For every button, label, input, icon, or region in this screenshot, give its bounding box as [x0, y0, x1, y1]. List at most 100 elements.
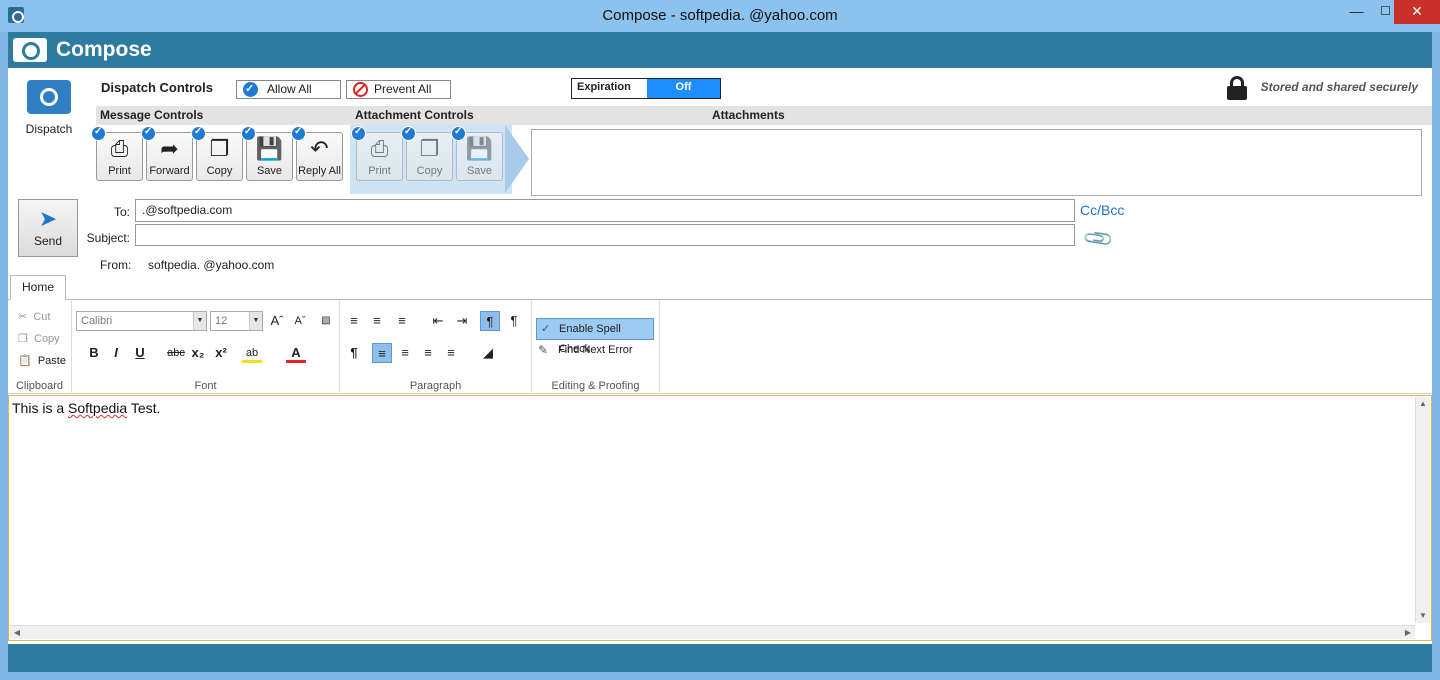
increase-indent-icon[interactable]: ⇥	[452, 311, 472, 331]
multilevel-list-icon[interactable]: ≡	[392, 311, 412, 331]
close-button[interactable]: ✕	[1394, 0, 1440, 24]
shading-icon[interactable]: ◢	[478, 343, 498, 363]
clear-format-icon[interactable]: ▧	[316, 311, 336, 331]
align-center-icon[interactable]: ≡	[395, 343, 415, 363]
bold-icon[interactable]: B	[84, 343, 104, 363]
grow-font-icon[interactable]: Aˆ	[267, 311, 287, 331]
scroll-up-icon[interactable]: ▲	[1416, 397, 1430, 411]
message-body-text[interactable]: This is a Softpedia Test.	[12, 400, 160, 416]
align-left-icon[interactable]: ≡	[372, 343, 392, 363]
paragraph-group: ≡ ≡ ≡ ⇤ ⇥ ¶ ¶ ¶ ≡ ≡ ≡ ≡ ◢ Paragraph	[340, 300, 532, 394]
find-next-error-button[interactable]: ✎ Find Next Error	[538, 343, 633, 357]
scroll-right-icon[interactable]: ▶	[1401, 626, 1415, 640]
numbered-list-icon[interactable]: ≡	[367, 311, 387, 331]
save-icon: 💾	[255, 136, 284, 161]
eraser-icon: ✎	[538, 343, 549, 357]
font-size-select[interactable]: 12 ▼	[210, 311, 263, 331]
copy-label: Copy	[206, 165, 233, 177]
subject-field[interactable]	[135, 224, 1075, 246]
attachment-copy-check-icon[interactable]	[401, 126, 416, 141]
copy-icon: ❐	[18, 333, 28, 345]
attachment-save-check-icon[interactable]	[451, 126, 466, 141]
lock-icon	[1227, 76, 1247, 100]
horizontal-scrollbar[interactable]: ◀ ▶	[10, 625, 1415, 639]
save-allowed-check-icon[interactable]	[241, 126, 256, 141]
attachments-label: Attachments	[712, 108, 785, 122]
font-group-title: Font	[194, 380, 217, 392]
send-label: Send	[33, 234, 63, 248]
strikethrough-icon[interactable]: abc	[166, 343, 186, 363]
superscript-icon[interactable]: x²	[211, 343, 231, 363]
attachments-list[interactable]	[531, 129, 1422, 196]
ribbon: ✂ Cut ❐ Copy 📋 Paste Clipboard Calibri ▼…	[8, 300, 1432, 394]
to-label: To:	[113, 205, 130, 219]
message-body-editor[interactable]: This is a Softpedia Test. ▲ ▼ ◀ ▶	[8, 395, 1432, 641]
highlight-icon[interactable]: ab	[242, 343, 262, 363]
vertical-scrollbar[interactable]: ▲ ▼	[1415, 397, 1430, 623]
scissors-icon: ✂	[18, 311, 28, 323]
prevent-icon	[353, 82, 368, 97]
paste-button[interactable]: 📋 Paste	[18, 354, 66, 367]
body-text-start: This is a	[12, 400, 69, 416]
copy-ribbon-label: Copy	[34, 333, 60, 345]
tab-home[interactable]: Home	[10, 275, 66, 300]
minimize-button[interactable]: —	[1342, 0, 1371, 24]
justify-icon[interactable]: ≡	[441, 343, 461, 363]
font-color-icon[interactable]: A	[286, 343, 306, 363]
forward-label: Forward	[149, 165, 190, 177]
underline-icon[interactable]: U	[130, 343, 150, 363]
to-field[interactable]: .@softpedia.com	[135, 199, 1075, 222]
send-icon: ➤	[38, 206, 58, 231]
align-right-icon[interactable]: ≡	[418, 343, 438, 363]
ribbon-tabs: Home	[8, 275, 1432, 300]
prevent-all-label: Prevent All	[374, 82, 432, 96]
forward-icon: ➦	[160, 136, 179, 161]
rtl-icon[interactable]: ¶	[504, 311, 524, 331]
show-marks-icon[interactable]: ¶	[344, 343, 364, 363]
editing-group-title: Editing & Proofing	[551, 380, 640, 392]
decrease-indent-icon[interactable]: ⇤	[428, 311, 448, 331]
italic-icon[interactable]: I	[106, 343, 126, 363]
forward-allowed-check-icon[interactable]	[141, 126, 156, 141]
window-title: Compose - softpedia. @yahoo.com	[602, 7, 838, 24]
secure-text: Stored and shared securely	[1260, 80, 1418, 94]
dispatch-tab[interactable]: Dispatch	[8, 68, 90, 158]
cut-button[interactable]: ✂ Cut	[18, 310, 50, 323]
font-family-value: Calibri	[81, 315, 113, 327]
controls-section-bar: Message Controls Attachment Controls Att…	[96, 106, 1432, 125]
copy-allowed-check-icon[interactable]	[191, 126, 206, 141]
bullet-list-icon[interactable]: ≡	[344, 311, 364, 331]
attachment-controls-label: Attachment Controls	[355, 108, 474, 122]
scroll-down-icon[interactable]: ▼	[1416, 609, 1430, 623]
prevent-all-button[interactable]: Prevent All	[346, 80, 451, 99]
attachment-print-check-icon[interactable]	[351, 126, 366, 141]
send-button[interactable]: ➤ Send	[18, 199, 78, 257]
font-family-select[interactable]: Calibri ▼	[76, 311, 207, 331]
copy-icon: ❐	[209, 136, 230, 161]
allow-all-label: Allow All	[267, 82, 312, 96]
printer-icon: ⎙	[110, 136, 129, 161]
scroll-left-icon[interactable]: ◀	[10, 626, 24, 640]
compose-title: Compose	[56, 38, 152, 61]
enable-spell-check-button[interactable]: ✓ Enable Spell Check	[536, 318, 654, 355]
print-label: Print	[108, 165, 131, 177]
attachment-copy-label: Copy	[416, 165, 443, 177]
expiration-label: Expiration	[577, 81, 631, 93]
expiration-value[interactable]: Off	[647, 79, 720, 98]
from-label: From:	[100, 258, 132, 272]
compose-window: Compose Dispatch Dispatch Controls Allow…	[8, 32, 1432, 672]
shrink-font-icon[interactable]: Aˇ	[290, 311, 310, 331]
subscript-icon[interactable]: x₂	[188, 343, 208, 363]
cc-bcc-link[interactable]: Cc/Bcc	[1080, 202, 1124, 218]
print-allowed-check-icon[interactable]	[91, 126, 106, 141]
chevron-down-icon: ▼	[249, 312, 262, 330]
paragraph-group-title: Paragraph	[409, 380, 462, 392]
save-label: Save	[256, 165, 283, 177]
copy-ribbon-button[interactable]: ❐ Copy	[18, 332, 60, 345]
reply-all-allowed-check-icon[interactable]	[291, 126, 306, 141]
allow-all-button[interactable]: Allow All	[236, 80, 341, 99]
ltr-icon[interactable]: ¶	[480, 311, 500, 331]
expiration-toggle[interactable]: Expiration Off	[571, 78, 721, 99]
chevron-down-icon: ▼	[193, 312, 206, 330]
spell-check-icon: ✓	[541, 323, 551, 335]
